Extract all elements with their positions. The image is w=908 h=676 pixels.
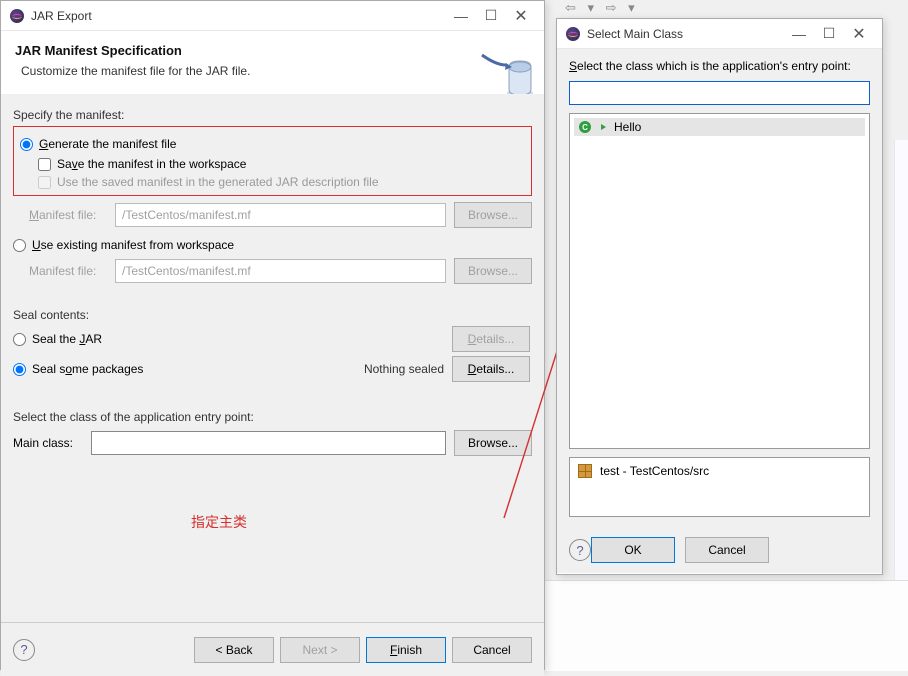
- seal-contents-label: Seal contents:: [13, 308, 532, 322]
- save-manifest-row[interactable]: Save the manifest in the workspace: [38, 157, 525, 171]
- reuse-manifest-checkbox: [38, 176, 51, 189]
- use-existing-radio[interactable]: [13, 239, 26, 252]
- help-icon[interactable]: ?: [13, 639, 35, 661]
- nothing-sealed-text: Nothing sealed: [364, 362, 444, 376]
- select-cancel-button[interactable]: Cancel: [685, 537, 769, 563]
- browse-button-main[interactable]: Browse...: [454, 430, 532, 456]
- class-list[interactable]: C Hello: [569, 113, 870, 449]
- runnable-icon: [596, 120, 610, 134]
- close-button[interactable]: ✕: [506, 3, 536, 29]
- generate-manifest-radio-row[interactable]: Generate the manifest file: [20, 137, 525, 151]
- details-button-2[interactable]: Details...: [452, 356, 530, 382]
- minimize-button[interactable]: —: [446, 3, 476, 29]
- browse-button-1: Browse...: [454, 202, 532, 228]
- main-class-row: Main class: Browse...: [13, 430, 532, 456]
- background-panel: [545, 580, 908, 671]
- seal-some-radio[interactable]: [13, 363, 26, 376]
- select-prompt: Select the class which is the applicatio…: [569, 59, 870, 73]
- seal-jar-radio[interactable]: [13, 333, 26, 346]
- select-window-title: Select Main Class: [587, 27, 784, 41]
- finish-button[interactable]: Finish: [366, 637, 446, 663]
- save-manifest-label: Save the manifest in the workspace: [57, 157, 246, 171]
- ok-button[interactable]: OK: [591, 537, 675, 563]
- window-title: JAR Export: [31, 9, 446, 23]
- select-minimize-button[interactable]: —: [784, 21, 814, 47]
- annotation-text: 指定主类: [191, 512, 247, 532]
- class-list-item[interactable]: C Hello: [574, 118, 865, 136]
- background-toolbar: ⇦ ▾ ⇨ ▾: [545, 0, 908, 18]
- page-title: JAR Manifest Specification: [15, 43, 530, 58]
- select-maximize-button[interactable]: ☐: [814, 21, 844, 47]
- specify-manifest-label: Specify the manifest:: [13, 108, 532, 122]
- seal-jar-label: Seal the JAR: [32, 332, 102, 346]
- entry-point-prompt: Select the class of the application entr…: [13, 410, 532, 424]
- body-area: Specify the manifest: Generate the manif…: [1, 94, 544, 622]
- titlebar: JAR Export — ☐ ✕: [1, 1, 544, 31]
- manifest-file-label-1: Manifest file:: [29, 208, 107, 222]
- seal-jar-row: Seal the JAR Details...: [13, 326, 532, 352]
- seal-some-label: Seal some packages: [32, 362, 143, 376]
- save-manifest-checkbox[interactable]: [38, 158, 51, 171]
- package-location-box: test - TestCentos/src: [569, 457, 870, 517]
- package-label: test - TestCentos/src: [600, 464, 709, 478]
- select-main-class-dialog: Select Main Class — ☐ ✕ Select the class…: [556, 18, 883, 575]
- eclipse-icon: [9, 8, 25, 24]
- eclipse-icon: [565, 26, 581, 42]
- manifest-file-label-2: Manifest file:: [29, 264, 107, 278]
- manifest-file-row-2: Manifest file: Browse...: [29, 258, 532, 284]
- class-icon: C: [578, 120, 592, 134]
- maximize-button[interactable]: ☐: [476, 3, 506, 29]
- use-existing-label: Use existing manifest from workspace: [32, 238, 234, 252]
- manifest-file-input-2: [115, 259, 446, 283]
- generate-manifest-radio[interactable]: [20, 138, 33, 151]
- select-titlebar: Select Main Class — ☐ ✕: [557, 19, 882, 49]
- use-existing-radio-row[interactable]: Use existing manifest from workspace: [13, 238, 532, 252]
- reuse-manifest-row: Use the saved manifest in the generated …: [38, 175, 525, 189]
- select-bottom-bar: ? OK Cancel: [557, 527, 882, 573]
- bottom-bar: ? < Back Next > Finish Cancel: [1, 622, 544, 676]
- header-area: JAR Manifest Specification Customize the…: [1, 31, 544, 94]
- manifest-file-input-1: [115, 203, 446, 227]
- cancel-button[interactable]: Cancel: [452, 637, 532, 663]
- jar-export-dialog: JAR Export — ☐ ✕ JAR Manifest Specificat…: [0, 0, 545, 670]
- generate-manifest-label: Generate the manifest file: [39, 137, 176, 151]
- details-button-1: Details...: [452, 326, 530, 352]
- browse-button-2: Browse...: [454, 258, 532, 284]
- select-help-icon[interactable]: ?: [569, 539, 591, 561]
- page-subtitle: Customize the manifest file for the JAR …: [15, 64, 530, 78]
- class-search-input[interactable]: [569, 81, 870, 105]
- seal-some-row: Seal some packages Nothing sealed Detail…: [13, 356, 532, 382]
- back-button[interactable]: < Back: [194, 637, 274, 663]
- class-name: Hello: [614, 120, 641, 134]
- select-close-button[interactable]: ✕: [844, 21, 874, 47]
- background-strip: [894, 140, 908, 580]
- package-row: test - TestCentos/src: [574, 462, 865, 480]
- manifest-file-row-1: Manifest file: Browse...: [29, 202, 532, 228]
- reuse-manifest-label: Use the saved manifest in the generated …: [57, 175, 379, 189]
- generate-group: Generate the manifest file Save the mani…: [13, 126, 532, 196]
- main-class-input[interactable]: [91, 431, 446, 455]
- next-button: Next >: [280, 637, 360, 663]
- main-class-label: Main class:: [13, 436, 83, 450]
- package-icon: [578, 464, 592, 478]
- select-body: Select the class which is the applicatio…: [557, 49, 882, 527]
